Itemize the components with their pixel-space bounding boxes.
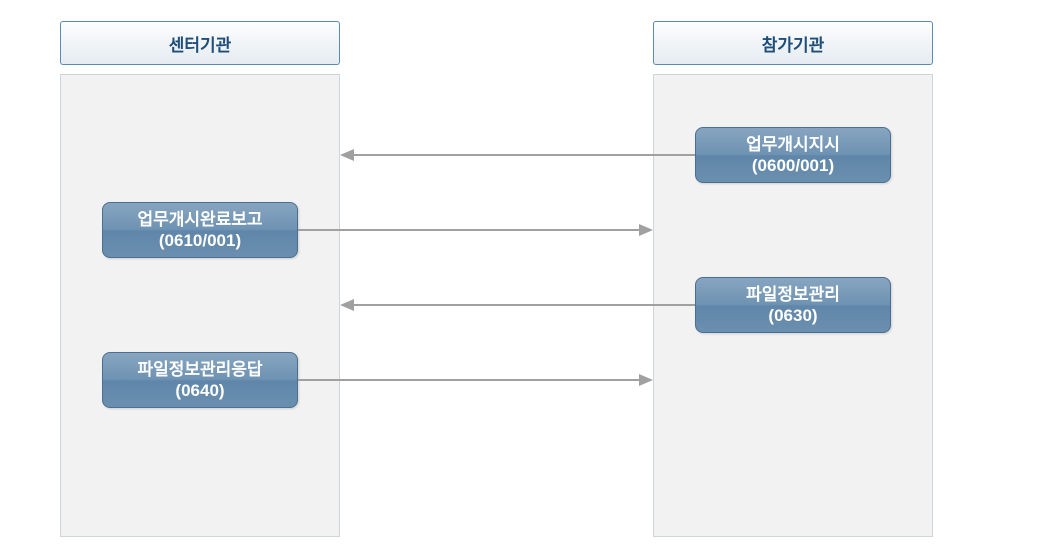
column-body-left [60,74,340,537]
node-fileinfo-reply: 파일정보관리응답 (0640) [102,352,298,408]
arrowhead-fileinfo [340,299,354,311]
node-start-instruction-title: 업무개시지시 [746,134,840,155]
arrow-fileinfo [354,304,695,306]
column-header-left: 센터기관 [60,21,340,65]
arrow-start-complete [298,229,639,231]
node-start-instruction: 업무개시지시 (0600/001) [695,127,891,183]
node-fileinfo-code: (0630) [768,305,817,326]
arrowhead-start-complete [639,224,653,236]
node-start-complete: 업무개시완료보고 (0610/001) [102,202,298,258]
arrow-fileinfo-reply [298,379,639,381]
arrow-start-instruction [354,154,695,156]
node-start-instruction-code: (0600/001) [752,155,834,176]
node-fileinfo: 파일정보관리 (0630) [695,277,891,333]
arrowhead-fileinfo-reply [639,374,653,386]
column-header-right: 참가기관 [653,21,933,65]
node-start-complete-code: (0610/001) [159,230,241,251]
node-start-complete-title: 업무개시완료보고 [137,209,262,230]
column-header-right-label: 참가기관 [762,31,825,56]
node-fileinfo-reply-code: (0640) [175,380,224,401]
node-fileinfo-reply-title: 파일정보관리응답 [137,359,262,380]
arrowhead-start-instruction [340,149,354,161]
node-fileinfo-title: 파일정보관리 [746,284,840,305]
column-header-left-label: 센터기관 [169,31,232,56]
